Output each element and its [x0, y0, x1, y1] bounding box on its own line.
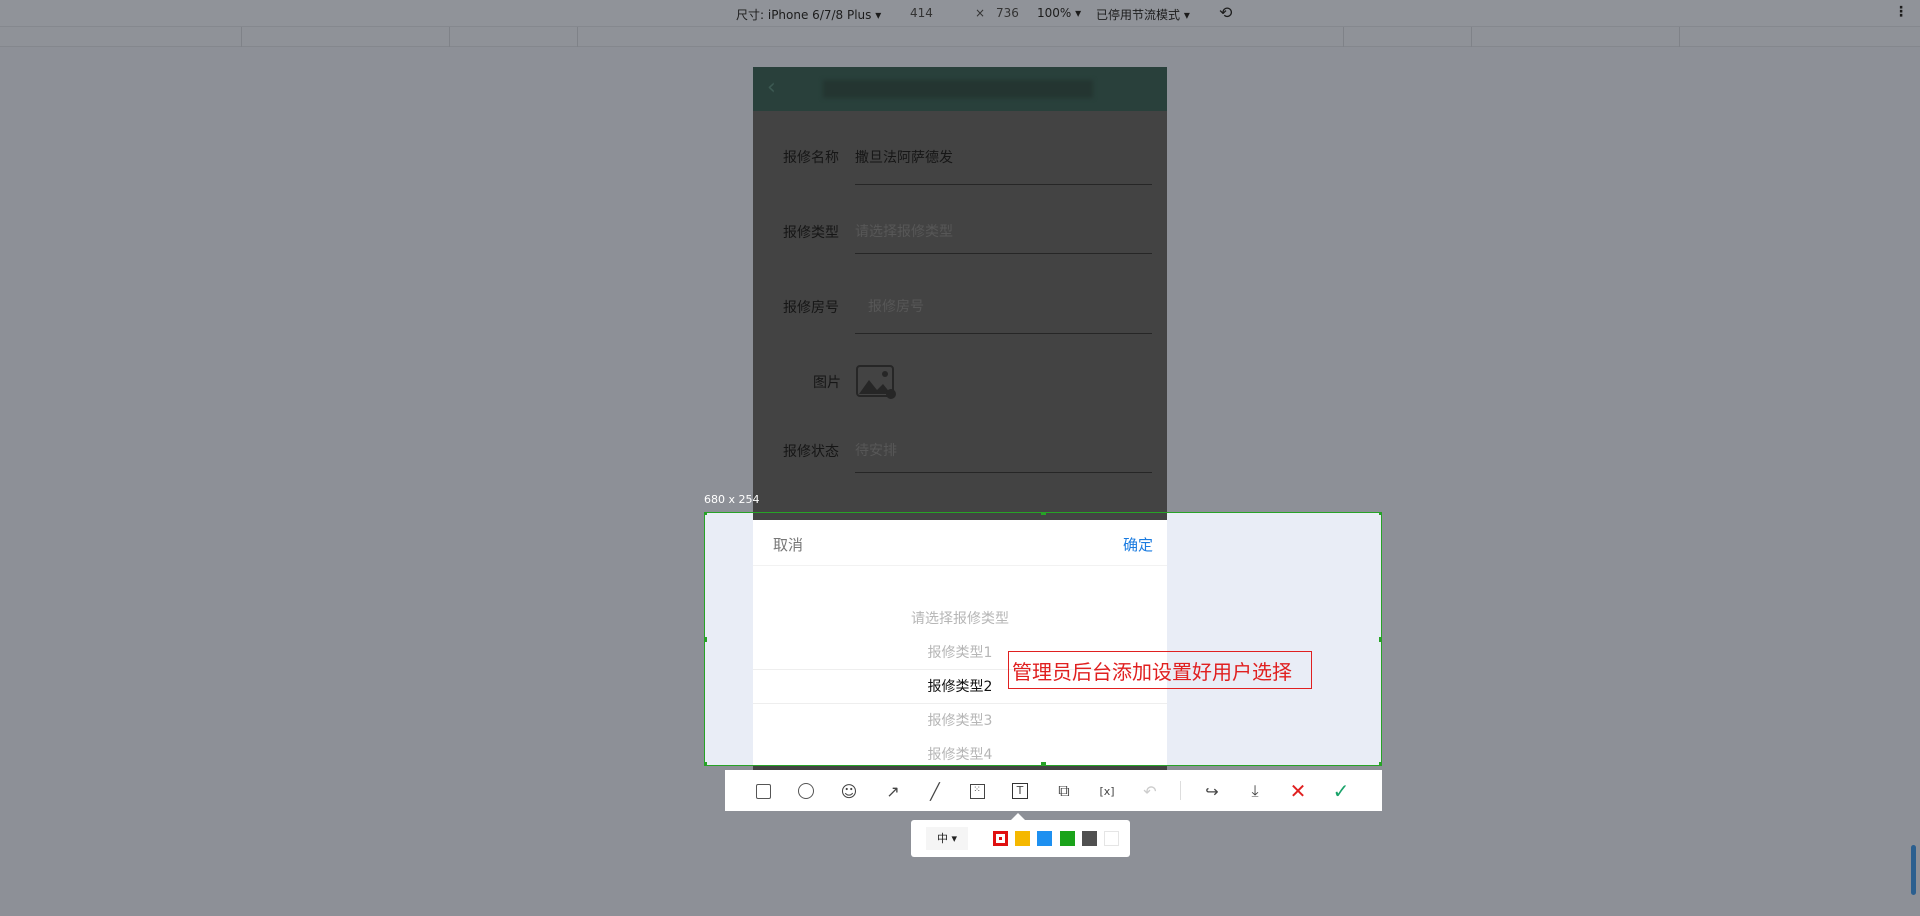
color-white-swatch[interactable] — [1104, 831, 1119, 846]
throttle-select[interactable]: 已停用节流模式 ▾ — [1096, 6, 1190, 23]
back-icon[interactable]: ‹ — [767, 75, 776, 100]
color-green-swatch[interactable] — [1060, 831, 1075, 846]
color-red-swatch-selected[interactable] — [993, 831, 1008, 846]
scrollbar[interactable] — [1911, 845, 1916, 895]
undo-icon[interactable]: ↶ — [1139, 780, 1161, 802]
capture-selection[interactable]: 取消 确定 请选择报修类型 报修类型1 报修类型2 报修类型3 报修类型4 管理… — [704, 512, 1382, 766]
cancel-icon[interactable]: ✕ — [1287, 779, 1309, 803]
pin-icon[interactable]: ⧉ — [1053, 780, 1075, 802]
name-label: 报修名称 — [783, 150, 839, 166]
status-label: 报修状态 — [783, 444, 839, 460]
phone-header: ‹ — [753, 67, 1167, 111]
share-icon[interactable]: ↪ — [1201, 780, 1223, 802]
picker-panel: 取消 确定 请选择报修类型 报修类型1 报修类型2 报修类型3 报修类型4 — [753, 520, 1167, 765]
size-select[interactable]: 中 ▾ — [926, 827, 968, 850]
media-query-ruler — [0, 27, 1920, 47]
text-annotation[interactable]: 管理员后台添加设置好用户选择 — [1008, 651, 1312, 689]
download-icon[interactable]: ⤓ — [1244, 780, 1266, 802]
arrow-icon[interactable]: ↗ — [882, 780, 904, 802]
picker-option[interactable]: 报修类型3 — [753, 710, 1167, 730]
name-input[interactable]: 撒旦法阿萨德发 — [855, 147, 953, 167]
devtools-device-toolbar: 尺寸: iPhone 6/7/8 Plus ▾ 414 × 736 100% ▾… — [0, 0, 1920, 27]
image-upload-icon[interactable] — [855, 364, 897, 400]
status-value: 待安排 — [855, 443, 897, 459]
times-sign: × — [975, 6, 986, 20]
type-select[interactable]: 请选择报修类型 — [855, 221, 953, 241]
rectangle-icon[interactable] — [752, 780, 774, 802]
picker-option[interactable]: 报修类型4 — [753, 744, 1167, 764]
color-blue-swatch[interactable] — [1037, 831, 1052, 846]
more-icon[interactable]: ⋮ — [1894, 4, 1908, 20]
text-icon[interactable]: T — [1009, 780, 1031, 802]
confirm-icon[interactable]: ✓ — [1330, 779, 1352, 803]
color-gray-swatch[interactable] — [1082, 831, 1097, 846]
pen-icon[interactable]: ╱ — [924, 780, 946, 802]
picker-option[interactable]: 请选择报修类型 — [753, 608, 1167, 628]
color-yellow-swatch[interactable] — [1015, 831, 1030, 846]
ocr-icon[interactable]: [x] — [1096, 780, 1118, 802]
ellipse-icon[interactable] — [795, 780, 817, 802]
room-input[interactable]: 报修房号 — [868, 296, 924, 316]
style-bar: 中 ▾ — [911, 813, 1130, 857]
width-input[interactable]: 414 — [910, 6, 933, 20]
mosaic-icon[interactable]: ⁙ — [966, 780, 988, 802]
page-title-blurred — [823, 80, 1093, 98]
capture-size-label: 680 x 254 — [704, 493, 760, 506]
zoom-select[interactable]: 100% ▾ — [1037, 6, 1081, 20]
type-label: 报修类型 — [783, 225, 839, 241]
rotate-icon[interactable]: ⟲ — [1219, 3, 1232, 22]
cancel-button[interactable]: 取消 — [773, 534, 803, 555]
height-input[interactable]: 736 — [996, 6, 1019, 20]
emoji-icon[interactable]: ☺ — [838, 780, 860, 802]
room-label: 报修房号 — [783, 300, 839, 316]
image-label: 图片 — [813, 375, 841, 391]
confirm-button[interactable]: 确定 — [1123, 534, 1153, 555]
device-select[interactable]: 尺寸: iPhone 6/7/8 Plus ▾ — [736, 6, 881, 23]
screenshot-toolbar: ☺ ↗ ╱ ⁙ T ⧉ [x] ↶ ↪ ⤓ ✕ ✓ — [725, 770, 1382, 811]
